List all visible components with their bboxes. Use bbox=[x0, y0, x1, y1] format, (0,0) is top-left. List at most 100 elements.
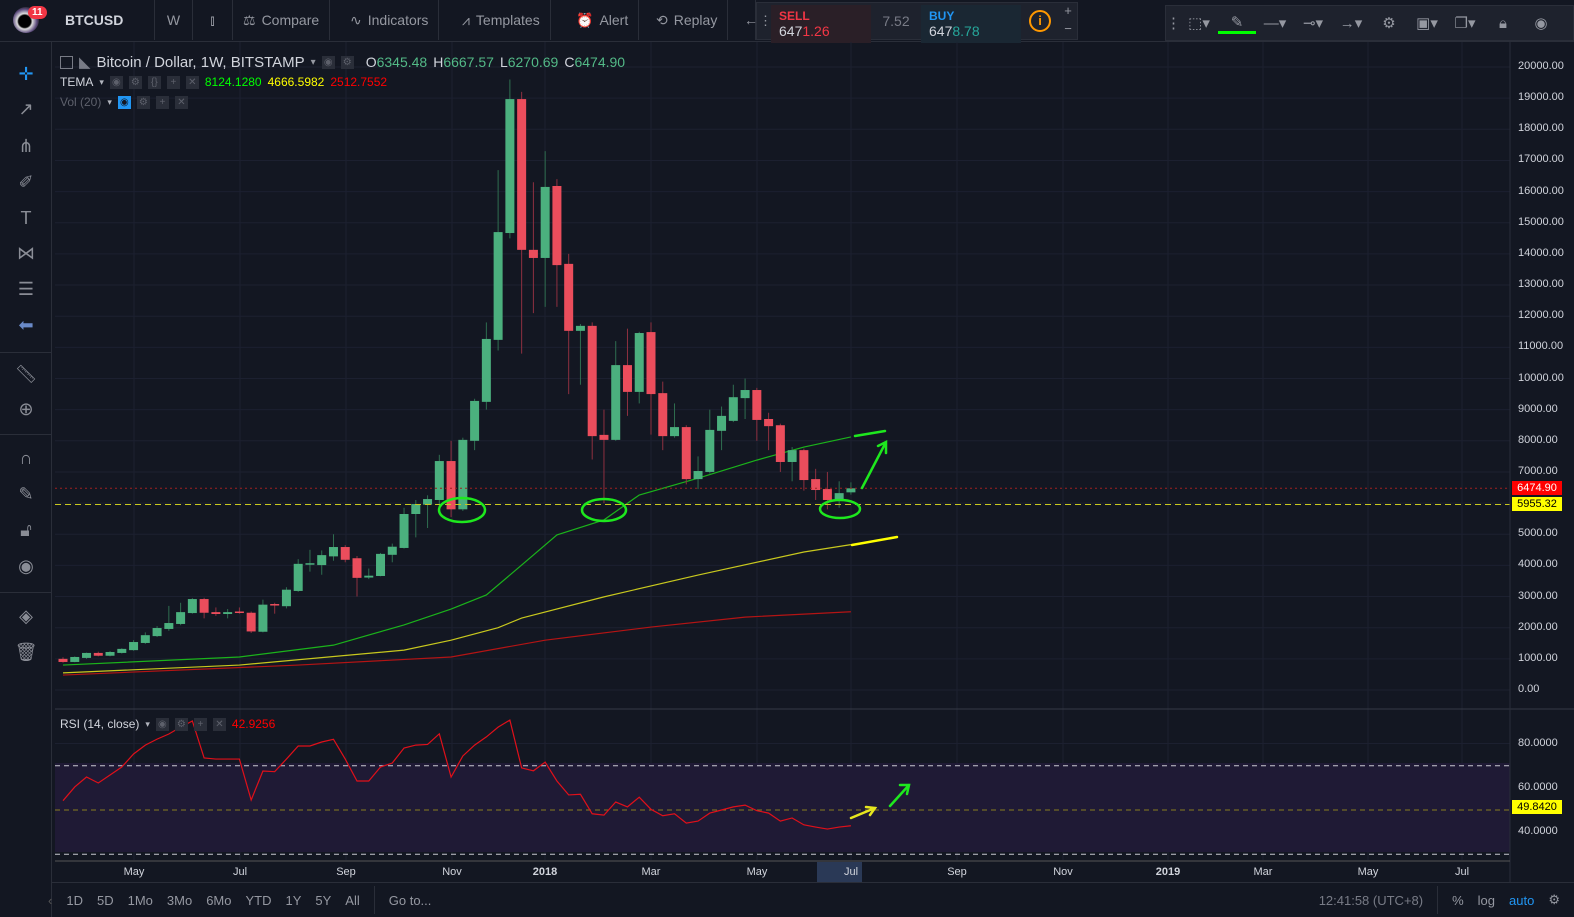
candle bbox=[587, 322, 597, 460]
candle-body bbox=[552, 185, 562, 266]
tema-label[interactable]: TEMA bbox=[60, 75, 93, 89]
goto-button[interactable]: Go to... bbox=[389, 893, 432, 908]
candle-body bbox=[517, 99, 527, 250]
candle-body bbox=[70, 656, 80, 662]
candle bbox=[293, 559, 303, 592]
candle-body bbox=[364, 575, 374, 578]
candle-body bbox=[129, 642, 139, 651]
candle-body bbox=[176, 612, 186, 624]
close-icon[interactable]: ✕ bbox=[174, 95, 188, 109]
percent-toggle[interactable]: % bbox=[1452, 893, 1464, 908]
collapse-icon[interactable] bbox=[60, 55, 73, 69]
candle-body bbox=[493, 232, 503, 340]
range-button-5y[interactable]: 5Y bbox=[315, 893, 331, 908]
time-axis-label: Jul bbox=[843, 866, 859, 878]
candle bbox=[528, 182, 538, 314]
rsi-label[interactable]: RSI (14, close) bbox=[60, 717, 139, 731]
price-axis-label: 7000.00 bbox=[1518, 464, 1558, 477]
candle-body bbox=[634, 333, 644, 392]
low-label: L bbox=[499, 54, 508, 70]
candle bbox=[564, 253, 574, 395]
candle bbox=[258, 599, 268, 633]
range-button-1d[interactable]: 1D bbox=[66, 893, 83, 908]
candle-body bbox=[752, 390, 762, 420]
eye-icon[interactable]: ◉ bbox=[321, 55, 335, 69]
candle-body bbox=[223, 612, 233, 614]
plus-icon[interactable]: + bbox=[166, 75, 180, 89]
open-value: 6345.48 bbox=[376, 54, 428, 70]
candle bbox=[340, 545, 350, 563]
source-icon[interactable]: {} bbox=[147, 75, 161, 89]
candle bbox=[799, 448, 809, 491]
time-axis-label: Jul bbox=[1454, 866, 1470, 878]
candle bbox=[199, 597, 209, 619]
time-axis-label: Mar bbox=[641, 866, 661, 878]
candle-body bbox=[775, 425, 785, 462]
annotation-arrow-up bbox=[860, 439, 888, 490]
gear-icon[interactable]: ⚙ bbox=[136, 95, 150, 109]
gear-icon[interactable]: ⚙ bbox=[128, 75, 142, 89]
candle bbox=[364, 568, 374, 580]
eye-icon[interactable]: ◉ bbox=[109, 75, 123, 89]
price-axis-label: 3000.00 bbox=[1518, 589, 1558, 602]
tema1-value: 8124.1280 bbox=[204, 75, 262, 89]
gear-icon[interactable]: ⚙ bbox=[174, 717, 188, 731]
series-title[interactable]: Bitcoin / Dollar, 1W, BITSTAMP bbox=[97, 54, 305, 71]
low-value: 6270.69 bbox=[507, 54, 559, 70]
candle-body bbox=[564, 263, 574, 331]
candle bbox=[434, 454, 444, 508]
range-button-5d[interactable]: 5D bbox=[97, 893, 114, 908]
volume-label[interactable]: Vol (20) bbox=[60, 95, 101, 109]
candle-body bbox=[540, 186, 550, 258]
range-button-3mo[interactable]: 3Mo bbox=[167, 893, 192, 908]
bottom-toolbar: ‹ 1D 5D 1Mo 3Mo 6Mo YTD 1Y 5Y All Go to... 12:41… bbox=[48, 882, 1574, 917]
candle bbox=[93, 651, 103, 657]
candle bbox=[517, 91, 527, 354]
time-axis-label: May bbox=[123, 866, 145, 878]
horizontal-line-price-tag: 5955.32 bbox=[1512, 497, 1562, 511]
candle bbox=[281, 587, 291, 609]
eye-icon[interactable]: ◉ bbox=[117, 95, 131, 109]
price-axis-label: 19000.00 bbox=[1518, 91, 1564, 104]
close-value: 6474.90 bbox=[574, 54, 626, 70]
candle-body bbox=[670, 427, 680, 437]
candle bbox=[105, 651, 115, 657]
candle bbox=[834, 481, 844, 508]
range-button-1mo[interactable]: 1Mo bbox=[128, 893, 153, 908]
clock[interactable]: 12:41:58 (UTC+8) bbox=[1319, 893, 1423, 908]
plus-icon[interactable]: + bbox=[155, 95, 169, 109]
candle-body bbox=[164, 623, 174, 629]
candle bbox=[775, 423, 785, 472]
candle bbox=[764, 412, 774, 451]
candle bbox=[481, 322, 491, 410]
gear-icon[interactable]: ⚙ bbox=[1548, 892, 1560, 908]
candle-body bbox=[611, 365, 621, 440]
range-button-all[interactable]: All bbox=[345, 893, 359, 908]
close-label: C bbox=[564, 54, 575, 70]
candle bbox=[728, 384, 738, 423]
price-chart[interactable] bbox=[0, 0, 1574, 917]
time-axis-label: Jul bbox=[232, 866, 248, 878]
candle bbox=[387, 543, 397, 563]
candle bbox=[540, 151, 550, 307]
price-axis-label: 18000.00 bbox=[1518, 122, 1564, 135]
eye-icon[interactable]: ◉ bbox=[155, 717, 169, 731]
range-button-1y[interactable]: 1Y bbox=[285, 893, 301, 908]
candle-body bbox=[211, 612, 221, 614]
candle-body bbox=[187, 599, 197, 614]
time-axis-label: Sep bbox=[336, 866, 356, 878]
time-axis-label: May bbox=[746, 866, 768, 878]
candle bbox=[140, 632, 150, 644]
candle-body bbox=[317, 555, 327, 566]
gear-icon[interactable]: ⚙ bbox=[340, 55, 354, 69]
range-button-ytd[interactable]: YTD bbox=[245, 893, 271, 908]
range-button-6mo[interactable]: 6Mo bbox=[206, 893, 231, 908]
candle bbox=[270, 602, 280, 614]
close-icon[interactable]: ✕ bbox=[212, 717, 226, 731]
close-icon[interactable]: ✕ bbox=[185, 75, 199, 89]
log-toggle[interactable]: log bbox=[1478, 893, 1495, 908]
candle-body bbox=[199, 599, 209, 613]
auto-toggle[interactable]: auto bbox=[1509, 893, 1534, 908]
candle-body bbox=[234, 611, 244, 614]
plus-icon[interactable]: + bbox=[193, 717, 207, 731]
